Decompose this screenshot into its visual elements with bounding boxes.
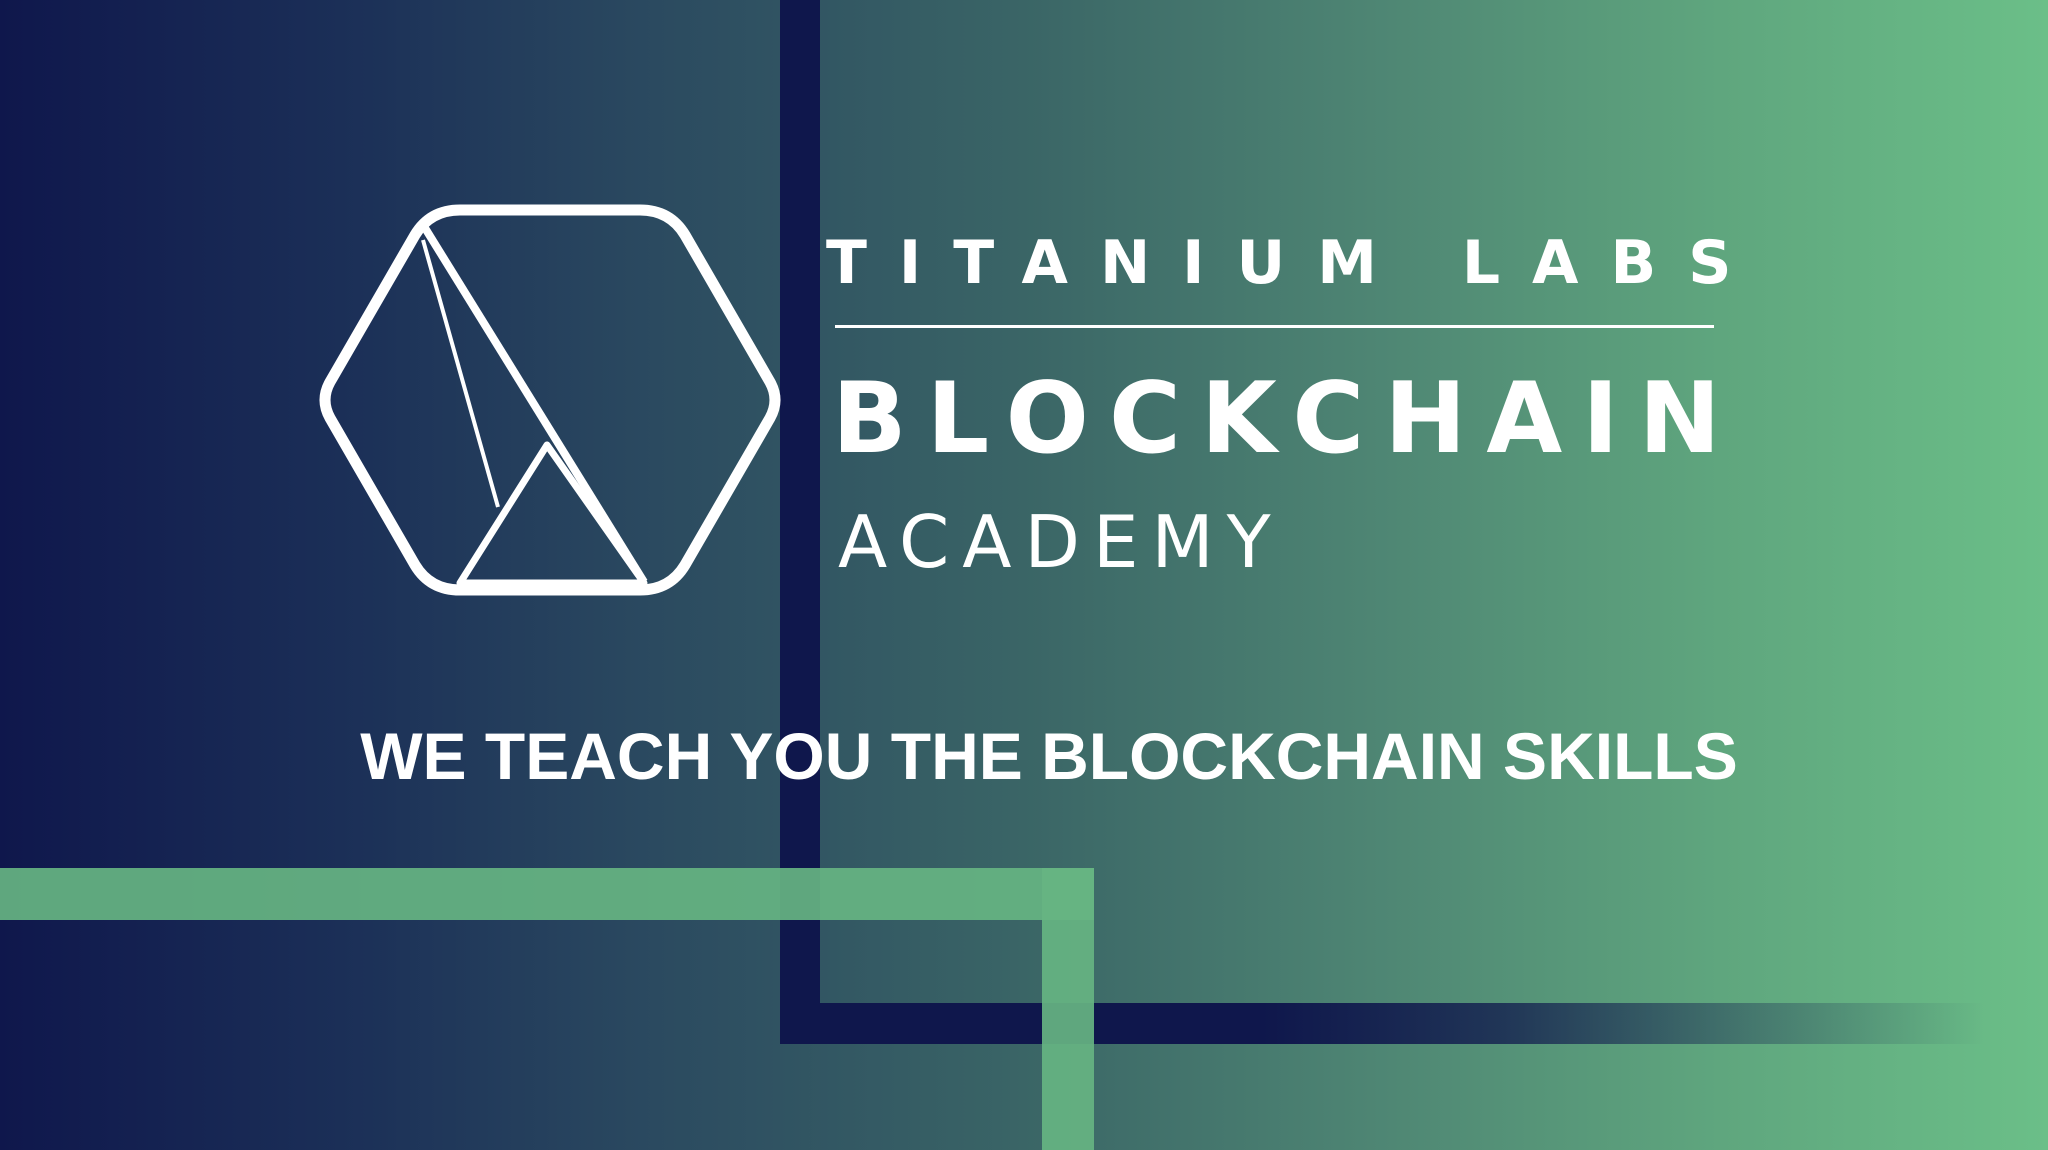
company-name: TITANIUM LABS <box>826 228 1764 298</box>
green-horizontal-line <box>0 868 1094 920</box>
tagline: WE TEACH YOU THE BLOCKCHAIN SKILLS <box>360 719 1738 793</box>
page-title: BLOCKCHAIN <box>832 362 1741 476</box>
green-vertical-line <box>1042 868 1094 1150</box>
navy-horizontal-line <box>780 1003 1985 1044</box>
banner-canvas: TITANIUM LABS BLOCKCHAIN ACADEMY WE TEAC… <box>0 0 2048 1150</box>
hexagon-logo-icon <box>319 204 781 596</box>
title-divider <box>835 325 1714 328</box>
page-subtitle: ACADEMY <box>838 500 1284 584</box>
